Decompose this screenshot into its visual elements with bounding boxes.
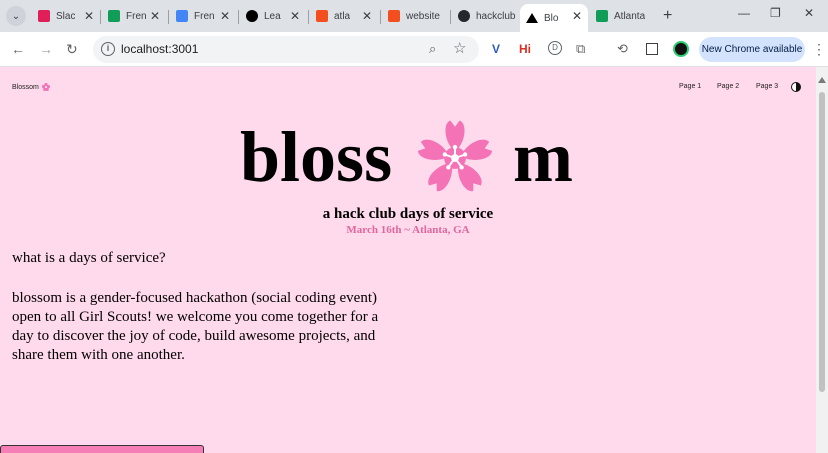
close-icon[interactable]: ✕ (220, 9, 230, 23)
tab-nextjs[interactable]: Lea ✕ (240, 4, 306, 28)
address-bar[interactable]: i localhost:3001 ⌕ ☆ (93, 36, 479, 63)
close-icon[interactable]: ✕ (572, 9, 582, 23)
tab-label: Atlanta (614, 10, 646, 22)
tagline: a hack club days of service (322, 206, 494, 222)
scroll-up-arrow-icon[interactable] (818, 70, 826, 83)
brand-label[interactable]: Blossom (12, 84, 39, 91)
tab-label: website (406, 10, 440, 22)
hi-extension-icon[interactable]: Hi (519, 42, 531, 56)
tab-label: hackclub (476, 10, 516, 22)
minimize-icon[interactable]: — (738, 6, 750, 20)
browser-toolbar: ← → ↻ i localhost:3001 ⌕ ☆ V Hi D ⧉ ⟲ Ne… (0, 32, 828, 67)
extension-icon[interactable]: ⟲ (617, 42, 628, 56)
tab-figma-website[interactable]: website (382, 4, 450, 28)
nav-page-3[interactable]: Page 3 (756, 83, 778, 90)
forward-icon[interactable]: → (39, 41, 53, 57)
page-viewport: Blossom Page 1 Page 2 Page 3 bloss m a h… (0, 67, 816, 453)
tab-docs[interactable]: Fren ✕ (170, 4, 236, 28)
close-icon[interactable]: ✕ (362, 9, 372, 23)
title-right: m (513, 117, 573, 197)
tab-separator (308, 10, 309, 24)
theme-toggle-icon[interactable] (791, 82, 801, 92)
sheets-icon (108, 10, 120, 22)
nextjs-icon (246, 10, 258, 22)
hero-title: bloss m (240, 117, 580, 197)
tab-label: Fren (194, 10, 215, 22)
tab-separator (238, 10, 239, 24)
new-chrome-available-button[interactable]: New Chrome available (699, 37, 805, 62)
tab-github[interactable]: hackclub (452, 4, 520, 28)
vercel-icon (526, 13, 538, 23)
tab-label: Blo (544, 12, 559, 24)
dark-reader-extension-icon[interactable]: D (548, 41, 562, 55)
new-tab-icon[interactable]: + (663, 7, 672, 25)
scrollbar-thumb[interactable] (819, 92, 825, 392)
zoom-icon[interactable]: ⌕ (429, 41, 436, 57)
tab-slack[interactable]: Slac ✕ (32, 4, 100, 28)
window-close-icon[interactable]: ✕ (804, 6, 814, 20)
nav-page-1[interactable]: Page 1 (679, 83, 701, 90)
close-icon[interactable]: ✕ (84, 9, 94, 23)
site-info-icon[interactable]: i (101, 42, 115, 56)
more-menu-icon[interactable]: ⋮ (812, 41, 826, 58)
tab-label: Fren (126, 10, 147, 22)
tab-label: atla (334, 10, 351, 22)
event-date-location: March 16th ~ Atlanta, GA (346, 224, 470, 236)
tab-label: Lea (264, 10, 281, 22)
docs-icon (176, 10, 188, 22)
profile-avatar[interactable] (673, 41, 689, 57)
extensions-puzzle-icon[interactable]: ⧉ (576, 42, 585, 56)
tab-blossom-active[interactable]: Blo ✕ (520, 4, 588, 32)
flower-icon (41, 83, 50, 91)
tab-sheets-atlanta[interactable]: Atlanta (590, 4, 660, 28)
figma-icon (388, 10, 400, 22)
title-left: bloss (240, 117, 393, 197)
tab-figma-atlanta[interactable]: atla ✕ (310, 4, 378, 28)
tab-sheets[interactable]: Fren ✕ (102, 4, 166, 28)
blossom-flower-icon (417, 120, 493, 192)
section-heading: what is a days of service? (12, 250, 166, 266)
tab-separator (168, 10, 169, 24)
github-icon (458, 10, 470, 22)
side-panel-icon[interactable] (646, 43, 658, 55)
url-text[interactable]: localhost:3001 (121, 42, 198, 56)
tab-separator (450, 10, 451, 24)
close-icon[interactable]: ✕ (290, 9, 300, 23)
tab-separator (380, 10, 381, 24)
vimium-extension-icon[interactable]: V (492, 42, 500, 56)
tab-label: Slac (56, 10, 76, 22)
sheets-icon (596, 10, 608, 22)
restore-icon[interactable]: ❐ (770, 6, 781, 20)
tab-separator (100, 10, 101, 24)
slack-icon (38, 10, 50, 22)
section-body: blossom is a gender-focused hackathon (s… (12, 290, 379, 363)
nav-page-2[interactable]: Page 2 (717, 83, 739, 90)
back-icon[interactable]: ← (11, 41, 25, 57)
site-brand[interactable]: Blossom (12, 83, 50, 91)
bottom-panel[interactable] (0, 445, 204, 453)
bookmark-star-icon[interactable]: ☆ (453, 39, 466, 57)
figma-icon (316, 10, 328, 22)
tab-strip: ⌄ Slac ✕ Fren ✕ Fren ✕ Lea ✕ atla ✕ webs… (0, 0, 828, 32)
close-icon[interactable]: ✕ (150, 9, 160, 23)
tab-search-button[interactable]: ⌄ (6, 6, 26, 26)
reload-icon[interactable]: ↻ (66, 41, 78, 57)
